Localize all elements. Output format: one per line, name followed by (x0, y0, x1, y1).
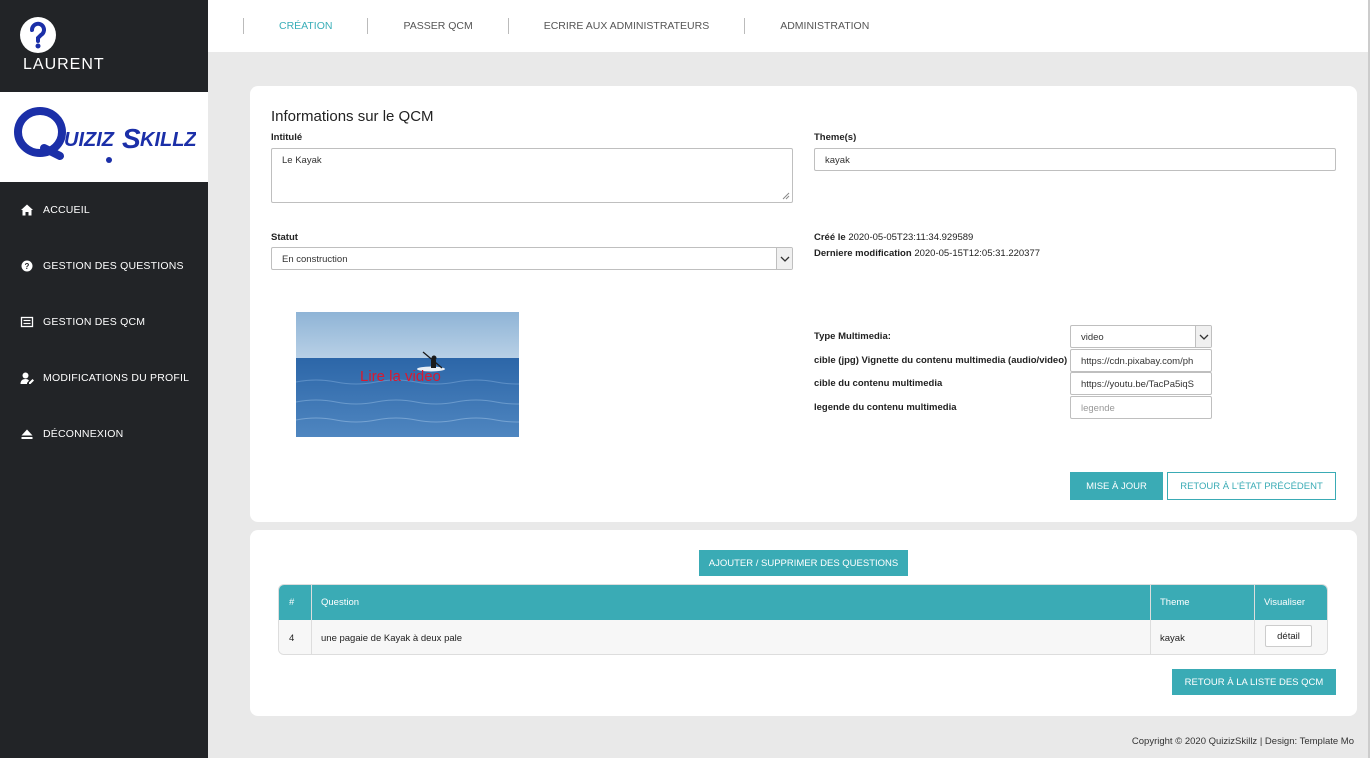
brand-logo: UIZIZ S KILLZ (0, 92, 208, 182)
content-url-label: cible du contenu multimedia (814, 378, 943, 389)
intitule-label: Intitulé (271, 132, 303, 143)
sidebar-nav: ACCUEIL ? GESTION DES QUESTIONS GESTION … (0, 182, 208, 462)
user-name: LAURENT (23, 56, 105, 73)
statut-value: En construction (282, 254, 348, 265)
sidebar-item-accueil[interactable]: ACCUEIL (0, 182, 208, 238)
list-icon (20, 316, 34, 328)
created-info: Créé le 2020-05-05T23:11:34.929589 (814, 232, 973, 243)
user-avatar (20, 17, 56, 53)
row-question: une pagaie de Kayak à deux pale (321, 632, 463, 644)
sidebar-item-deconnexion[interactable]: DÉCONNEXION (0, 406, 208, 462)
svg-text:UIZIZ: UIZIZ (64, 129, 115, 151)
resize-grip-icon[interactable] (782, 192, 790, 200)
column-header-question: Question (321, 597, 360, 608)
column-header-visualiser: Visualiser (1264, 597, 1306, 608)
statut-label: Statut (271, 232, 298, 243)
row-theme: kayak (1160, 632, 1185, 644)
row-number: 4 (289, 632, 295, 644)
back-to-qcm-list-button[interactable]: RETOUR À LA LISTE DES QCM (1172, 669, 1336, 695)
tab-ecrire-administrateurs[interactable]: ECRIRE AUX ADMINISTRATEURS (509, 20, 745, 32)
column-header-theme: Theme (1160, 597, 1190, 608)
card-title: Informations sur le QCM (271, 108, 434, 125)
statut-select[interactable]: En construction (271, 247, 793, 270)
table-row: 4 une pagaie de Kayak à deux pale kayak … (279, 620, 1327, 654)
question-circle-icon: ? (21, 260, 33, 272)
svg-text:KILLZ: KILLZ (140, 129, 196, 151)
created-label: Créé le (814, 232, 846, 243)
modified-label: Derniere modification (814, 248, 912, 259)
sidebar-item-gestion-qcm[interactable]: GESTION DES QCM (0, 294, 208, 350)
column-divider (1254, 620, 1255, 654)
play-video-link[interactable]: Lire la video (360, 368, 441, 385)
home-icon (21, 204, 33, 216)
intitule-textarea[interactable]: Le Kayak (271, 148, 793, 203)
legend-label: legende du contenu multimedia (814, 402, 957, 413)
sidebar-item-label: GESTION DES QUESTIONS (43, 260, 184, 272)
tab-administration[interactable]: ADMINISTRATION (745, 20, 904, 32)
questions-table: # Question Theme Visualiser 4 une pagaie… (278, 584, 1328, 655)
modified-info: Derniere modification 2020-05-15T12:05:3… (814, 248, 1040, 259)
column-header-number: # (289, 597, 295, 608)
questions-card: AJOUTER / SUPPRIMER DES QUESTIONS # Ques… (250, 530, 1357, 716)
legend-input[interactable]: legende (1070, 396, 1212, 419)
chevron-down-icon (1195, 326, 1211, 347)
detail-button[interactable]: détail (1265, 625, 1312, 647)
sidebar-item-label: GESTION DES QCM (43, 316, 146, 328)
sidebar-item-label: ACCUEIL (43, 204, 90, 216)
sidebar-item-label: DÉCONNEXION (43, 428, 124, 440)
thumbnail-url-input[interactable]: https://cdn.pixabay.com/ph (1070, 349, 1212, 372)
qcm-info-card: Informations sur le QCM Intitulé Le Kaya… (250, 86, 1357, 522)
top-nav: CRÉATION PASSER QCM ECRIRE AUX ADMINISTR… (243, 18, 904, 34)
modified-value: 2020-05-15T12:05:31.220377 (914, 248, 1041, 259)
tab-passer-qcm[interactable]: PASSER QCM (368, 20, 507, 32)
top-navbar: CRÉATION PASSER QCM ECRIRE AUX ADMINISTR… (208, 0, 1370, 52)
svg-text:?: ? (25, 262, 30, 271)
update-button[interactable]: MISE À JOUR (1070, 472, 1163, 500)
chevron-down-icon (776, 248, 792, 269)
table-header: # Question Theme Visualiser (279, 585, 1327, 620)
created-value: 2020-05-05T23:11:34.929589 (848, 232, 974, 243)
video-thumbnail[interactable]: Lire la video (296, 312, 519, 437)
question-mark-logo-icon (30, 21, 46, 49)
thumbnail-url-label: cible (jpg) Vignette du contenu multimed… (814, 355, 1068, 366)
revert-button[interactable]: RETOUR À L'ÉTAT PRÉCÉDENT (1167, 472, 1336, 500)
quizizskillz-logo-icon: UIZIZ S KILLZ (14, 107, 196, 163)
sidebar: LAURENT UIZIZ S KILLZ ACCUEIL ? GESTION … (0, 0, 208, 758)
sidebar-item-label: MODIFICATIONS DU PROFIL (43, 372, 190, 384)
type-multimedia-value: video (1081, 332, 1104, 343)
tab-creation[interactable]: CRÉATION (244, 20, 367, 32)
user-block: LAURENT (0, 0, 208, 92)
themes-label: Theme(s) (814, 132, 857, 143)
sidebar-item-modifications-profil[interactable]: MODIFICATIONS DU PROFIL (0, 350, 208, 406)
user-edit-icon (20, 372, 34, 384)
content-url-input[interactable]: https://youtu.be/TacPa5iqS (1070, 372, 1212, 395)
footer-copyright: Copyright © 2020 QuizizSkillz | Design: … (1131, 736, 1354, 747)
eject-icon (21, 429, 33, 439)
intitule-value: Le Kayak (282, 155, 322, 166)
type-multimedia-label: Type Multimedia: (814, 331, 891, 342)
svg-text:S: S (122, 123, 141, 154)
type-multimedia-select[interactable]: video (1070, 325, 1212, 348)
sidebar-item-gestion-questions[interactable]: ? GESTION DES QUESTIONS (0, 238, 208, 294)
manage-questions-button[interactable]: AJOUTER / SUPPRIMER DES QUESTIONS (699, 550, 908, 576)
themes-input[interactable]: kayak (814, 148, 1336, 171)
